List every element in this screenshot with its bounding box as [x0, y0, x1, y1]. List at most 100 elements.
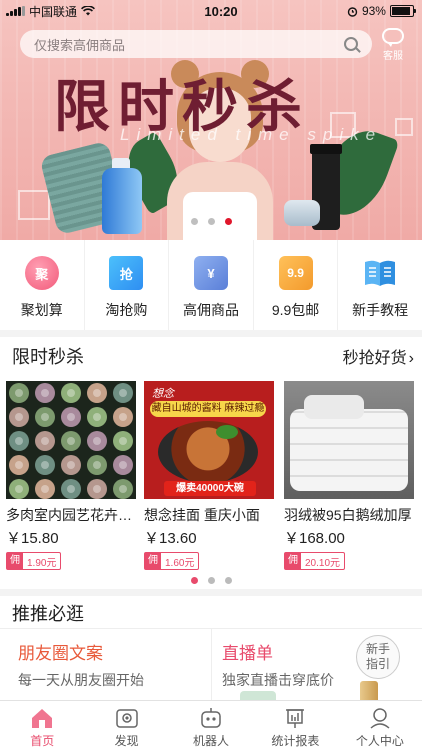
card-subtitle: 每一天从朋友圈开始: [18, 672, 144, 688]
products-pagination: [0, 577, 422, 584]
customer-service-label: 客服: [383, 51, 403, 62]
search-icon[interactable]: [344, 37, 358, 51]
quick-nav-label: 9.9包邮: [271, 302, 320, 318]
recommend-cards: 朋友圈文案 每一天从朋友圈开始 直播单 独家直播击穿底价 新手指引: [0, 628, 422, 701]
commission-badge: 佣 1.60元: [144, 552, 200, 570]
succulent-center: [93, 413, 101, 421]
wifi-icon: [81, 6, 95, 16]
tab-robot[interactable]: 机器人: [169, 701, 253, 751]
tab-label: 发现: [114, 734, 139, 748]
banner-pagination: [0, 218, 422, 225]
tab-profile[interactable]: 个人中心: [338, 701, 422, 751]
commission-badge: 佣 1.90元: [6, 552, 62, 570]
ju-icon: 聚: [24, 256, 59, 290]
product-name: 多肉室内园艺花卉绿植: [6, 507, 136, 523]
succulent-center: [93, 437, 101, 445]
carrier-name: 中国联通: [29, 4, 78, 19]
product-image-noodles[interactable]: 想念 藏自山城的酱料 麻辣过瘾 爆卖40000大碗: [144, 381, 274, 499]
banner-decoration: [395, 118, 413, 136]
card-title: 朋友圈文案: [18, 644, 103, 663]
succulent-center: [67, 461, 75, 469]
search-bar[interactable]: 仅搜索高佣商品: [20, 30, 372, 58]
newbie-guide-badge[interactable]: 新手指引: [356, 635, 400, 679]
quick-nav-item-tutorial[interactable]: 新手教程: [338, 240, 422, 330]
tab-label: 个人中心: [355, 734, 404, 748]
search-input[interactable]: 仅搜索高佣商品: [34, 35, 344, 54]
commission-value: 1.90元: [27, 557, 57, 569]
quick-nav-label: 聚划算: [20, 302, 63, 318]
product-card[interactable]: 羽绒被95白鹅绒加厚 ￥168.00 佣 20.10元: [284, 381, 414, 570]
flash-sale-title: 限时秒杀: [12, 347, 84, 367]
banner-subtitle: Limited time spike: [120, 125, 383, 144]
user-icon: [370, 708, 390, 729]
perfume-bottle: [360, 681, 378, 701]
more-link-label: 秒抢好货: [342, 350, 407, 367]
banner-page-dot[interactable]: [224, 218, 232, 225]
succulent-center: [93, 389, 101, 397]
succulent-center: [119, 461, 127, 469]
commission-tag: 佣: [145, 553, 161, 569]
product-card[interactable]: 多肉室内园艺花卉绿植 ￥15.80 佣 1.90元: [6, 381, 136, 570]
tab-home[interactable]: 首页: [0, 701, 84, 751]
quick-nav-item-free-shipping[interactable]: 9.9 9.9包邮: [254, 240, 339, 330]
succulent-center: [41, 461, 49, 469]
succulent-center: [119, 413, 127, 421]
succulent-center: [15, 413, 23, 421]
tab-bar: 首页 发现 机器人 统计报表 个人中心: [0, 700, 422, 751]
signal-icon: [6, 6, 25, 16]
product-card[interactable]: 想念 藏自山城的酱料 麻辣过瘾 爆卖40000大碗 想念挂面 重庆小面 ￥13.…: [144, 381, 274, 570]
status-bar: 中国联通 10:20 93%: [0, 0, 422, 22]
product-image-succulents[interactable]: [6, 381, 136, 499]
noodle-badge: 爆卖40000大碗: [164, 481, 256, 496]
chat-bubble-icon: [382, 28, 404, 47]
tab-discover[interactable]: 发现: [84, 701, 168, 751]
products-page-dot[interactable]: [224, 577, 232, 584]
discover-icon: [115, 709, 138, 728]
flash-sale-header: 限时秒杀 秒抢好货 ›: [0, 337, 422, 371]
quick-nav-label: 淘抢购: [105, 302, 148, 318]
quick-nav-label: 新手教程: [352, 302, 409, 318]
alarm-icon: [347, 6, 358, 17]
quick-nav-label: 高佣商品: [182, 302, 239, 318]
commission-value: 20.10元: [305, 557, 341, 569]
quick-nav-item-high-commission[interactable]: ¥ 高佣商品: [169, 240, 254, 330]
succulent-center: [41, 437, 49, 445]
product-image-duvet[interactable]: [284, 381, 414, 499]
quick-nav-item-taoqianggou[interactable]: 抢 淘抢购: [85, 240, 170, 330]
banner-page-dot[interactable]: [207, 218, 215, 225]
noodle-brand: 想念: [152, 388, 174, 400]
pillow-shape: [304, 395, 364, 419]
card-moments-copy[interactable]: 朋友圈文案 每一天从朋友圈开始: [18, 629, 208, 701]
product-name: 想念挂面 重庆小面: [144, 507, 260, 523]
succulent-center: [15, 485, 23, 493]
recommend-header: 推推必逛: [0, 596, 422, 628]
succulent-center: [15, 461, 23, 469]
products-page-dot[interactable]: [207, 577, 215, 584]
book-icon: [365, 260, 396, 286]
tab-label: 机器人: [193, 734, 230, 748]
home-icon: [32, 709, 53, 728]
products-page-dot[interactable]: [190, 577, 198, 584]
succulent-center: [67, 485, 75, 493]
robot-icon: [201, 708, 221, 728]
tab-report[interactable]: 统计报表: [253, 701, 337, 751]
quick-nav-item-juhuasuan[interactable]: 聚 聚划算: [0, 240, 85, 330]
product-price: ￥13.60: [144, 530, 197, 547]
price-tag-icon: 9.9: [278, 256, 313, 290]
qiang-icon: 抢: [109, 256, 144, 290]
battery-percent: 93%: [361, 4, 386, 18]
succulent-center: [41, 485, 49, 493]
recommend-title: 推推必逛: [12, 604, 84, 624]
succulent-center: [41, 413, 49, 421]
flash-sale-more-link[interactable]: 秒抢好货 ›: [343, 344, 414, 368]
customer-service-button[interactable]: 客服: [376, 28, 410, 62]
banner-decoration: [18, 190, 50, 220]
commission-value: 1.60元: [165, 557, 195, 569]
commission-tag: 佣: [7, 553, 23, 569]
noodle-tagline: 藏自山城的酱料 麻辣过瘾: [150, 401, 266, 417]
tab-label: 首页: [30, 734, 55, 748]
banner-page-dot[interactable]: [190, 218, 198, 225]
product-price: ￥168.00: [284, 530, 345, 547]
succulent-center: [119, 389, 127, 397]
noodle-greens: [216, 425, 238, 439]
